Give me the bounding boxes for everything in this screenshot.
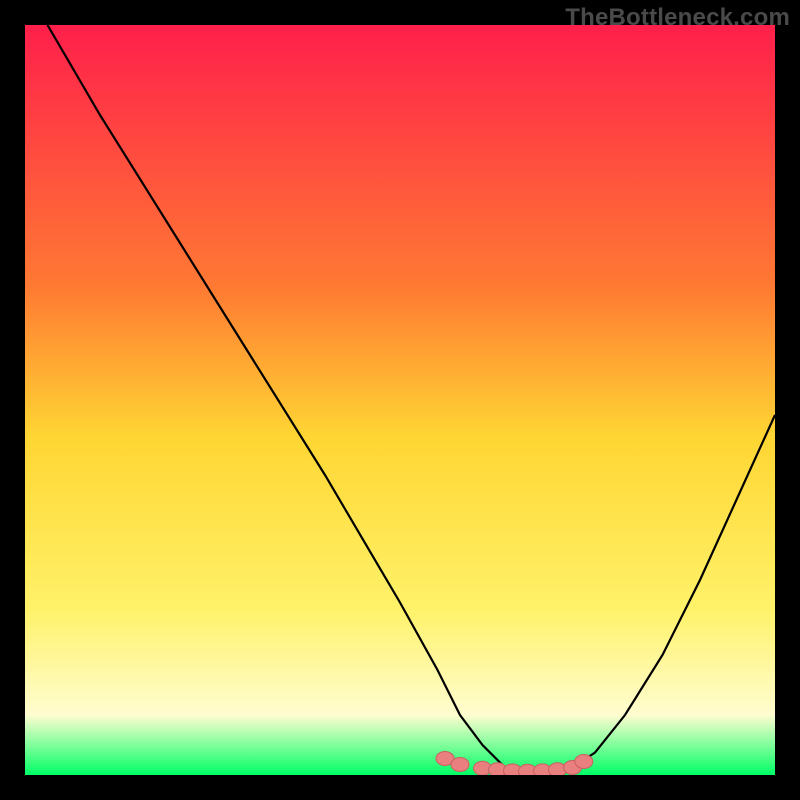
optimal-marker <box>451 758 469 772</box>
bottleneck-plot <box>25 25 775 775</box>
chart-frame: TheBottleneck.com <box>0 0 800 800</box>
gradient-background <box>25 25 775 775</box>
plot-svg <box>25 25 775 775</box>
optimal-marker <box>575 755 593 769</box>
